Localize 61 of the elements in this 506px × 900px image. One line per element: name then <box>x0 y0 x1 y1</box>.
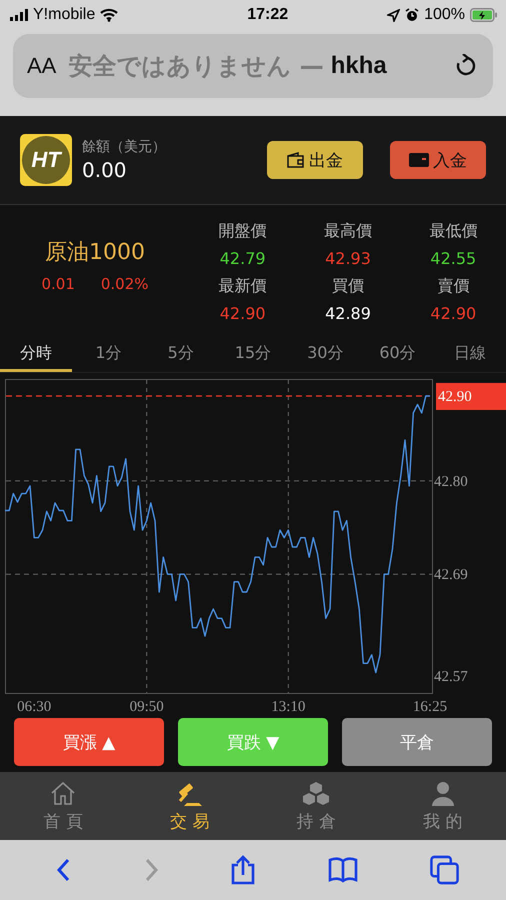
stat-label: 最低價 <box>429 220 478 242</box>
period-tab[interactable]: 15分 <box>216 338 290 372</box>
book-icon[interactable] <box>328 855 358 885</box>
stat-label: 賣價 <box>437 276 470 296</box>
stat-value: 42.90 <box>430 304 476 322</box>
site-domain: hkha <box>330 52 387 80</box>
axis-label: 09:50 <box>130 699 164 715</box>
axis-label: 13:10 <box>271 699 306 715</box>
period-tab[interactable]: 分時 <box>0 338 72 372</box>
clock-time: 17:22 <box>247 6 288 24</box>
wallet-icon <box>287 152 305 168</box>
axis-label: 42.90 <box>438 388 472 405</box>
axis-label: 42.80 <box>434 474 468 490</box>
reload-icon[interactable] <box>455 54 477 78</box>
battery-icon <box>470 8 498 22</box>
share-icon[interactable] <box>230 855 256 885</box>
nav-tab[interactable]: 交 易 <box>170 810 210 833</box>
location-icon <box>387 8 400 22</box>
address-bar[interactable]: AA 安全ではありません — hkha <box>13 34 493 98</box>
stat-label: 最新價 <box>218 276 267 296</box>
alarm-icon <box>405 8 420 22</box>
card-icon <box>409 153 429 167</box>
nav-tab[interactable]: 首 頁 <box>44 810 83 833</box>
app-logo: HT <box>20 134 72 186</box>
axis-label: 42.69 <box>434 567 468 584</box>
signal-icon <box>10 9 28 21</box>
period-tab[interactable]: 60分 <box>361 338 434 372</box>
buy-up-button[interactable]: 買漲 ▲ <box>14 718 164 766</box>
axis-label: 42.57 <box>434 669 468 686</box>
period-tab[interactable]: 1分 <box>72 338 145 372</box>
deposit-button[interactable]: 入金 <box>390 141 486 179</box>
stat-value: 42.55 <box>430 248 476 268</box>
cubes-icon[interactable] <box>301 779 332 807</box>
stat-label: 最高價 <box>324 220 372 242</box>
period-tab[interactable]: 5分 <box>144 338 217 372</box>
axis-label: 16:25 <box>412 699 448 715</box>
percent-change: 0.02% <box>100 274 149 292</box>
withdraw-button[interactable]: 出金 <box>267 141 363 179</box>
price-change: 0.01 <box>41 274 75 292</box>
carrier-name: Y!mobile <box>33 6 96 24</box>
security-warning: 安全ではありません — <box>68 51 324 82</box>
battery-percent: 100% <box>424 6 465 24</box>
instrument-name: 原油1000 <box>45 238 145 266</box>
period-tab[interactable]: 30分 <box>289 338 362 372</box>
stat-label: 買價 <box>332 276 364 296</box>
text-size-button[interactable]: AA <box>27 53 56 79</box>
close-position-button[interactable]: 平倉 <box>342 718 492 766</box>
nav-tab[interactable]: 我 的 <box>423 810 462 833</box>
price-tag <box>436 382 506 410</box>
tabs-icon[interactable] <box>429 855 460 885</box>
stat-value: 42.93 <box>325 248 371 268</box>
stat-value: 42.79 <box>220 248 266 268</box>
stat-label: 開盤價 <box>218 220 267 242</box>
axis-label: 06:30 <box>17 699 52 715</box>
nav-tab[interactable]: 持 倉 <box>296 810 336 833</box>
period-tab[interactable]: 日線 <box>434 338 506 372</box>
balance-label: 餘額（美元） <box>82 138 166 156</box>
stat-value: 42.90 <box>220 304 266 322</box>
balance-value: 0.00 <box>82 158 128 182</box>
wifi-icon <box>100 8 118 22</box>
stat-value: 42.89 <box>325 304 371 322</box>
